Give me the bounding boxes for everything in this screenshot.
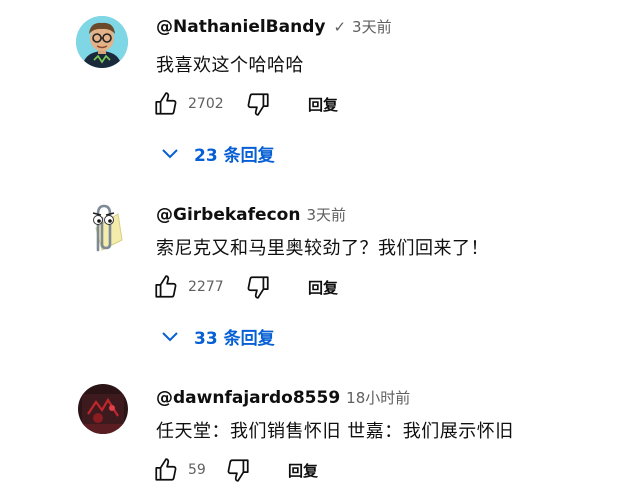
- timestamp[interactable]: 18小时前: [346, 387, 410, 408]
- thumbs-up-icon: [155, 92, 177, 115]
- comment-actions: 2702 回复: [150, 88, 338, 120]
- thumbs-up-icon: [155, 275, 177, 298]
- comment-text: 索尼克又和马里奥较劲了？我们回来了！: [156, 238, 489, 259]
- like-button[interactable]: [150, 88, 182, 120]
- comment-header: @Girbekafecon 3天前: [156, 204, 346, 225]
- comment-header: @NathanielBandy ✓ 3天前: [156, 16, 392, 37]
- like-count: 2277: [188, 279, 224, 295]
- thumbs-down-icon: [247, 276, 269, 299]
- verified-icon: ✓: [333, 17, 347, 36]
- username[interactable]: @Girbekafecon: [156, 205, 300, 225]
- thumbs-down-icon: [247, 93, 269, 116]
- comment-actions: 2277 回复: [150, 271, 338, 303]
- reply-button[interactable]: 回复: [308, 94, 338, 115]
- like-count: 59: [188, 462, 206, 478]
- dislike-button[interactable]: [242, 88, 274, 120]
- avatar[interactable]: [76, 16, 128, 68]
- comment-text: 我喜欢这个哈哈哈: [156, 55, 304, 76]
- avatar[interactable]: [74, 200, 130, 256]
- like-count: 2702: [188, 96, 224, 112]
- timestamp[interactable]: 3天前: [352, 16, 392, 37]
- like-button[interactable]: [150, 271, 182, 303]
- chevron-down-icon: [162, 148, 178, 158]
- dislike-button[interactable]: [242, 271, 274, 303]
- replies-count: 33 条回复: [194, 329, 275, 349]
- thumbs-up-icon: [155, 458, 177, 481]
- thumbs-down-icon: [227, 459, 249, 482]
- view-replies-button[interactable]: 23 条回复: [160, 141, 275, 166]
- reply-button[interactable]: 回复: [288, 460, 318, 481]
- username[interactable]: @NathanielBandy: [156, 17, 325, 37]
- paperclip-assistant-avatar-icon: [74, 200, 130, 256]
- view-replies-button[interactable]: 33 条回复: [160, 324, 275, 349]
- cartoon-man-with-glasses-avatar-icon: [76, 16, 128, 68]
- replies-count: 23 条回复: [194, 146, 275, 166]
- dislike-button[interactable]: [222, 454, 254, 486]
- comment-header: @dawnfajardo8559 18小时前: [156, 387, 410, 408]
- dark-red-photo-avatar-icon: [78, 384, 128, 434]
- comment-actions: 59 回复: [150, 454, 318, 486]
- avatar[interactable]: [78, 384, 128, 434]
- username[interactable]: @dawnfajardo8559: [156, 388, 340, 408]
- chevron-down-icon: [162, 331, 178, 341]
- timestamp[interactable]: 3天前: [306, 204, 346, 225]
- like-button[interactable]: [150, 454, 182, 486]
- reply-button[interactable]: 回复: [308, 277, 338, 298]
- comment-text: 任天堂：我们销售怀旧 世嘉：我们展示怀旧: [156, 421, 514, 442]
